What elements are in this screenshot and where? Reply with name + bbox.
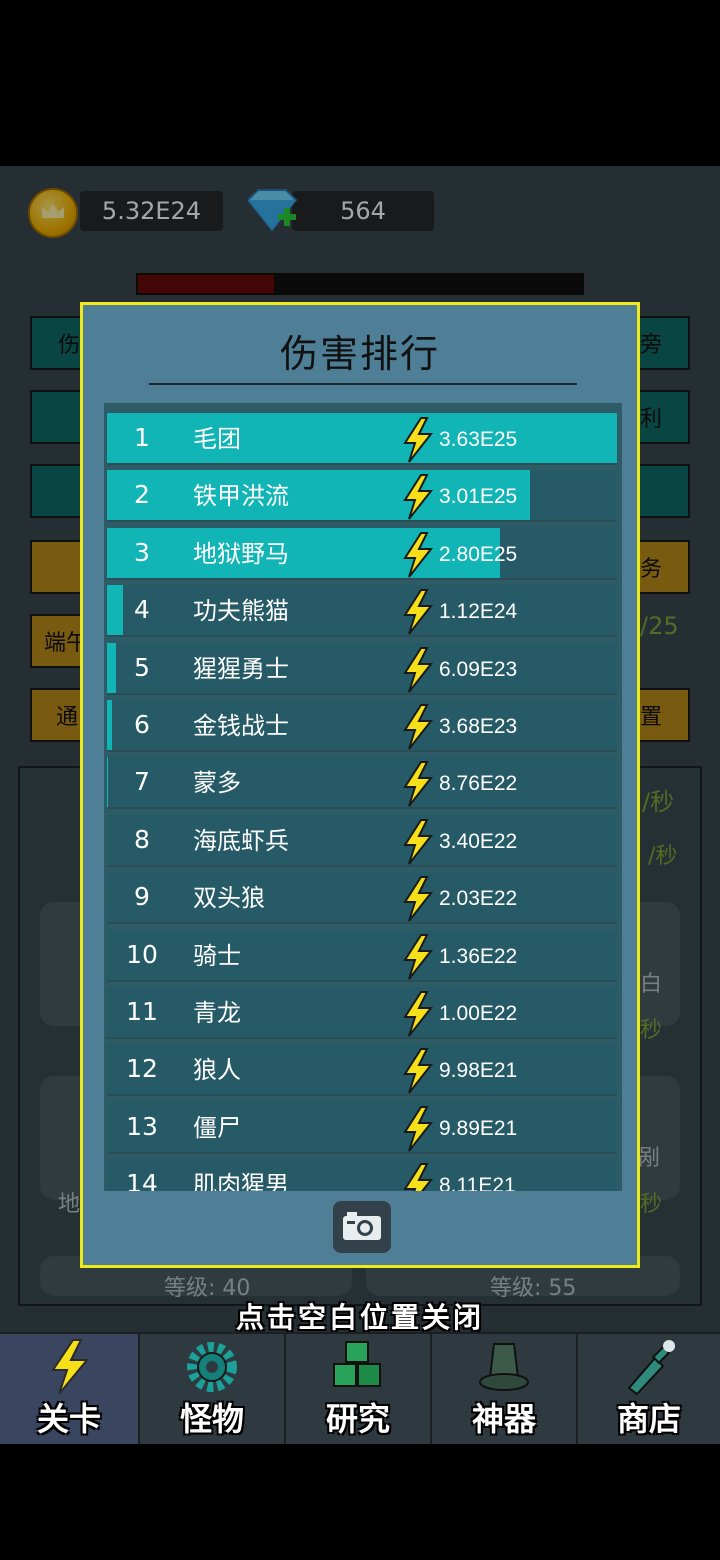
ranking-row: 4 功夫熊猫 1.12E24 [107,585,617,638]
damage-value: 8.11E21 [439,1174,516,1191]
rank-number: 6 [134,710,150,739]
damage-value: 8.76E22 [439,772,518,796]
rank-number: 11 [126,997,158,1026]
rank-number: 14 [126,1169,158,1191]
ranking-list[interactable]: 1 毛团 3.63E25 2 铁甲洪流 3.01E25 3 地狱野马 2.80E25 4 功夫熊猫 1… [104,403,622,1191]
rank-number: 5 [134,652,150,682]
damage-value: 9.89E21 [439,1116,518,1140]
modal-title: 伤害排行 [279,332,440,376]
ranking-row: 5 猩猩勇士 6.09E23 [107,642,617,695]
ranking-row: 1 毛团 3.63E25 [107,413,617,465]
ranking-row: 12 狼人 9.98E21 [107,1044,617,1097]
ranking-row: 10 骑士 1.36E22 [107,929,617,982]
rank-number: 2 [134,480,150,510]
damage-value: 3.40E22 [439,829,518,853]
damage-value: 1.36E22 [439,944,518,968]
damage-value: 3.68E23 [439,715,518,738]
tab-label: 商店 [616,1400,681,1438]
damage-ranking-modal: 伤害排行 1 毛团 3.63E25 2 铁甲洪流 3.01E25 3 地狱野马 2.80E25 4… [80,302,640,1268]
rank-number: 7 [134,767,150,797]
ranking-row: 14 肌肉猩男 8.11E21 [107,1159,617,1191]
lightning-icon [399,818,435,865]
rank-number: 1 [134,423,150,452]
tab-research[interactable]: 研究 [286,1334,432,1444]
damage-value: 1.12E24 [439,600,518,624]
bottle-icon [627,1340,675,1396]
damage-bar-fill [107,413,617,463]
monster-name: 青龙 [193,999,241,1027]
tab-label: 关卡 [36,1400,101,1438]
monster-name: 骑士 [193,941,241,970]
monster-name: 铁甲洪流 [193,482,289,511]
bottom-tab-bar: 关卡 怪物 研究 神器 商店 [0,1332,720,1444]
lightning-icon [51,1339,90,1395]
lightning-icon [399,1105,435,1152]
monster-name: 双头狼 [193,884,265,913]
damage-value: 3.01E25 [439,485,518,509]
lightning-icon [399,474,435,521]
screenshot-button[interactable] [333,1201,391,1253]
damage-value: 6.09E23 [439,657,518,681]
rank-number: 10 [126,939,158,969]
cubes-icon [333,1341,381,1387]
lightning-icon [399,933,435,980]
lightning-icon [399,1163,435,1191]
ranking-row: 9 双头狼 2.03E22 [107,872,617,925]
monster-name: 蒙多 [193,769,241,798]
tab-monsters[interactable]: 怪物 [140,1334,286,1444]
title-divider [149,383,577,385]
rank-number: 13 [126,1111,158,1141]
monster-name: 肌肉猩男 [193,1171,289,1191]
monster-name: 猩猩勇士 [193,654,289,683]
tab-label: 怪物 [179,1400,244,1438]
lightning-icon [399,1048,435,1095]
tab-artifacts[interactable]: 神器 [432,1334,578,1444]
rank-number: 3 [134,537,150,567]
tab-label: 神器 [471,1400,536,1438]
lightning-icon [399,417,435,463]
ranking-row: 11 青龙 1.00E22 [107,987,617,1039]
monster-name: 毛团 [193,425,241,453]
monster-name: 金钱战士 [193,712,289,740]
rank-number: 4 [134,595,150,625]
lightning-icon [399,876,435,922]
lightning-icon [399,991,435,1037]
lightning-icon [399,646,435,693]
monster-name: 海底虾兵 [193,826,289,855]
lightning-icon [399,531,435,578]
lightning-icon [399,761,435,808]
tab-stage[interactable]: 关卡 [0,1334,140,1444]
ranking-row: 13 僵尸 9.89E21 [107,1101,617,1154]
hat-icon [479,1343,529,1391]
ranking-row: 2 铁甲洪流 3.01E25 [107,470,617,523]
monster-name: 功夫熊猫 [193,597,289,626]
monster-name: 地狱野马 [193,539,289,568]
lightning-icon [399,704,435,750]
damage-value: 2.03E22 [439,887,518,911]
ranking-row: 7 蒙多 8.76E22 [107,757,617,810]
tab-label: 研究 [325,1400,390,1438]
ranking-row: 6 金钱战士 3.68E23 [107,700,617,752]
ranking-row: 8 海底虾兵 3.40E22 [107,814,617,867]
damage-value: 1.00E22 [439,1002,518,1025]
close-hint: 点击空白位置关闭 [235,1301,484,1334]
camera-icon [343,1212,381,1240]
tab-shop[interactable]: 商店 [578,1334,720,1444]
monster-name: 狼人 [193,1056,241,1085]
gear-icon [187,1342,237,1392]
monster-name: 僵尸 [193,1113,241,1142]
lightning-icon [399,589,435,635]
rank-number: 8 [134,824,150,854]
rank-number: 9 [134,882,150,912]
damage-value: 3.63E25 [439,428,518,451]
ranking-row: 3 地狱野马 2.80E25 [107,527,617,580]
damage-value: 2.80E25 [439,542,518,566]
rank-number: 12 [126,1054,158,1084]
damage-value: 9.98E21 [439,1059,518,1083]
